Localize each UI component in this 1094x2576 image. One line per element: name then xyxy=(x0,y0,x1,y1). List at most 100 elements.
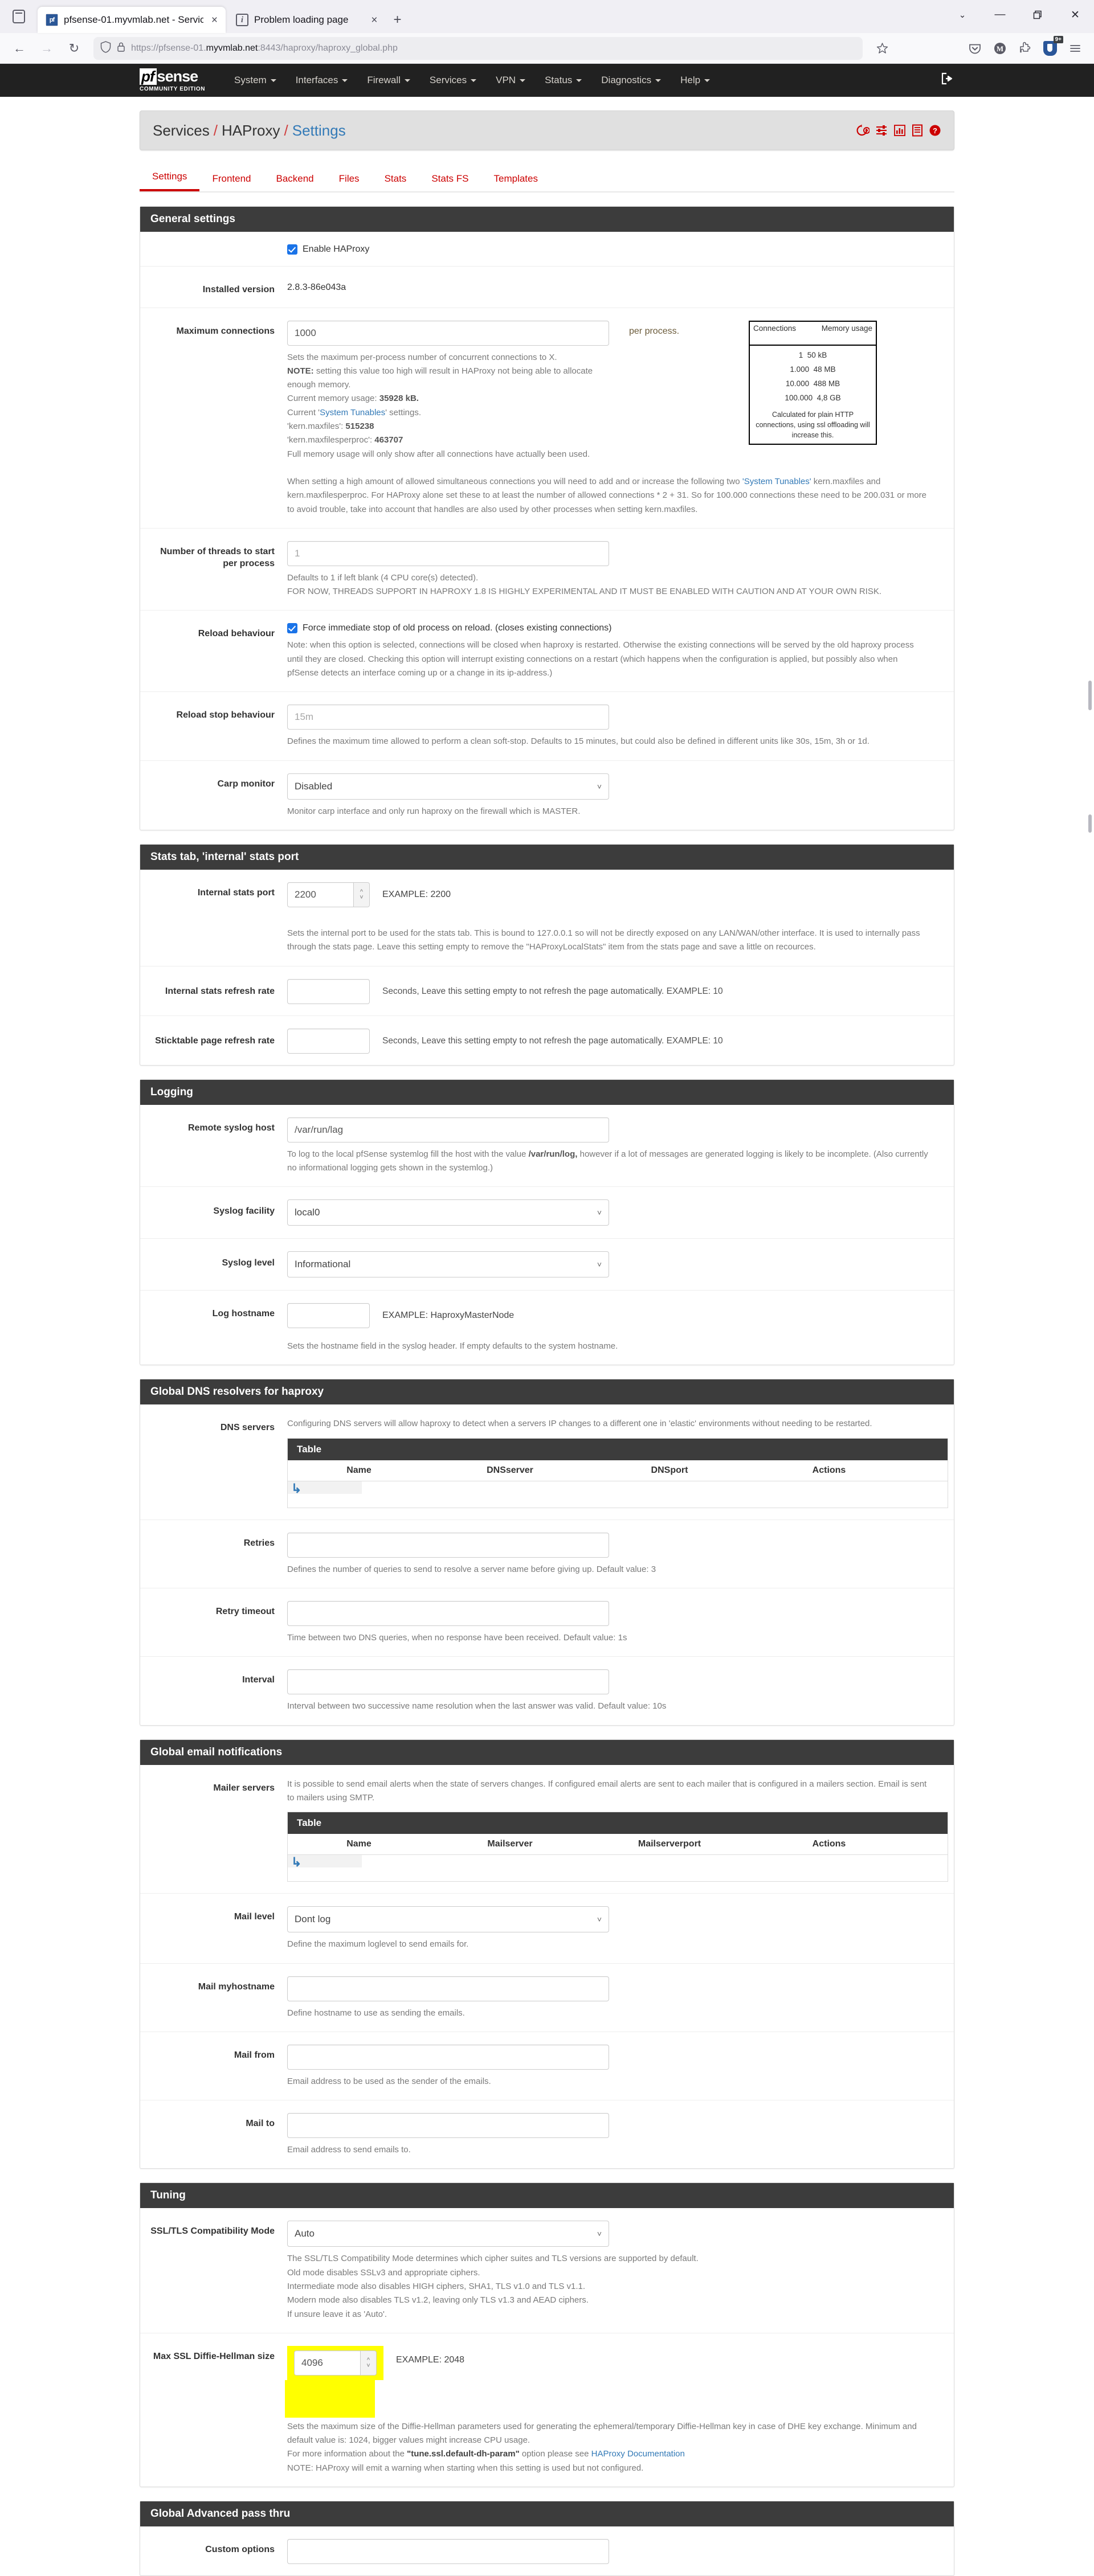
chevron-down-icon xyxy=(576,79,582,82)
row-max-ssl-dh-size: Max SSL Diffie-Hellman size 4096 ^ ˅ EXAM… xyxy=(140,2333,954,2487)
haproxy-documentation-link[interactable]: HAProxy Documentation xyxy=(591,2449,685,2459)
reload-behaviour-checkbox[interactable]: Force immediate stop of old process on r… xyxy=(287,623,941,634)
breadcrumb-services[interactable]: Services xyxy=(153,122,210,139)
internal-stats-port-stepper[interactable]: 2200 ^ ˅ xyxy=(287,882,370,907)
app-menu-icon[interactable] xyxy=(1063,37,1087,60)
row-label: Max SSL Diffie-Hellman size xyxy=(153,2351,275,2361)
back-icon[interactable]: ← xyxy=(7,37,32,60)
syslog-level-select[interactable]: Informational ˅ xyxy=(287,1251,609,1278)
panel-title: Global DNS resolvers for haproxy xyxy=(140,1379,954,1405)
nav-item-status[interactable]: Status xyxy=(535,64,591,97)
chevron-down-icon xyxy=(471,79,477,82)
dns-servers-help: Configuring DNS servers will allow hapro… xyxy=(287,1419,872,1429)
internal-stats-refresh-input[interactable] xyxy=(287,978,370,1004)
extensions-icon[interactable] xyxy=(1013,37,1037,60)
stepper-buttons-icon[interactable]: ^ ˅ xyxy=(354,882,370,907)
tab-files[interactable]: Files xyxy=(326,167,372,191)
forward-icon[interactable]: → xyxy=(34,37,59,60)
maximize-icon[interactable] xyxy=(1019,0,1056,30)
table-empty-body: ↳ xyxy=(288,1855,948,1881)
logout-icon[interactable] xyxy=(941,72,954,88)
dns-retries-input[interactable] xyxy=(287,1532,609,1558)
carp-monitor-select[interactable]: Disabled ˅ xyxy=(287,773,609,800)
tab-frontend[interactable]: Frontend xyxy=(199,167,263,191)
sticktable-refresh-input[interactable] xyxy=(287,1028,370,1054)
browser-tab-inactive[interactable]: i Problem loading page × xyxy=(226,7,386,33)
bookmark-star-icon[interactable] xyxy=(870,37,895,60)
tab-templates[interactable]: Templates xyxy=(481,167,550,191)
panel-dns-resolvers: Global DNS resolvers for haproxy DNS ser… xyxy=(140,1379,954,1726)
nav-label: Interfaces xyxy=(295,75,338,85)
remote-syslog-host-input[interactable]: /var/run/lag xyxy=(287,1117,609,1142)
column-mailserverport: Mailserverport xyxy=(638,1839,701,1849)
list-all-tabs-icon[interactable]: ⌄ xyxy=(944,0,981,30)
tab-stats[interactable]: Stats xyxy=(372,167,419,191)
help-icon[interactable]: ? xyxy=(929,124,941,137)
nav-item-interfaces[interactable]: Interfaces xyxy=(286,64,358,97)
nav-item-services[interactable]: Services xyxy=(420,64,486,97)
add-row-arrow-icon[interactable]: ↳ xyxy=(291,1856,301,1869)
nav-item-system[interactable]: System xyxy=(224,64,286,97)
shield-icon[interactable] xyxy=(100,40,111,56)
checkbox-icon[interactable] xyxy=(287,244,297,255)
row-syslog-facility: Syslog facility local0 ˅ xyxy=(140,1187,954,1239)
account-icon[interactable]: M xyxy=(988,37,1012,60)
row-label: Retry timeout xyxy=(215,1607,275,1617)
mail-myhostname-input[interactable] xyxy=(287,1976,609,2001)
nav-item-diagnostics[interactable]: Diagnostics xyxy=(591,64,671,97)
system-tunables-link-2[interactable]: 'System Tunables' xyxy=(742,477,811,486)
reload-stop-input[interactable]: 15m xyxy=(287,705,609,730)
mail-to-input[interactable] xyxy=(287,2113,609,2139)
max-ssl-dh-stepper[interactable]: 4096 ^ ˅ xyxy=(294,2350,377,2376)
ublock-origin-icon[interactable]: 9+ xyxy=(1038,35,1063,60)
firefox-view-button[interactable] xyxy=(0,0,38,33)
mail-from-input[interactable] xyxy=(287,2044,609,2070)
mail-level-select[interactable]: Dont log ˅ xyxy=(287,1906,609,1933)
close-icon[interactable]: × xyxy=(369,15,379,26)
chevron-down-icon xyxy=(404,79,410,82)
max-connections-input[interactable]: 1000 xyxy=(287,320,609,346)
dns-retry-timeout-input[interactable] xyxy=(287,1601,609,1627)
max-ssl-dh-input[interactable]: 4096 xyxy=(294,2350,361,2376)
stats-chart-icon[interactable] xyxy=(893,124,906,137)
panel-logging: Logging Remote syslog host /var/run/lag … xyxy=(140,1079,954,1366)
memtable-row: 100.000 4,8 GB xyxy=(753,391,872,405)
dh-size-highlight: 4096 ^ ˅ xyxy=(287,2345,383,2380)
logs-icon[interactable] xyxy=(912,124,923,137)
nav-item-help[interactable]: Help xyxy=(671,64,720,97)
restart-service-icon[interactable] xyxy=(856,124,870,137)
nav-item-vpn[interactable]: VPN xyxy=(486,64,535,97)
breadcrumb-actions: ? xyxy=(856,124,941,137)
pfsense-logo[interactable]: pf sense COMMUNITY EDITION xyxy=(140,68,205,92)
syslog-facility-select[interactable]: local0 ˅ xyxy=(287,1199,609,1226)
threads-input[interactable]: 1 xyxy=(287,540,609,566)
tab-stats-fs[interactable]: Stats FS xyxy=(419,167,481,191)
tab-settings[interactable]: Settings xyxy=(140,165,200,191)
checkbox-icon[interactable] xyxy=(287,623,297,634)
log-hostname-input[interactable] xyxy=(287,1303,370,1329)
url-bar[interactable]: https://pfsense-01.myvmlab.net:8443/hapr… xyxy=(93,36,863,60)
system-tunables-link[interactable]: System Tunables xyxy=(320,408,385,417)
tab-backend[interactable]: Backend xyxy=(263,167,326,191)
lock-icon[interactable] xyxy=(117,42,125,55)
reload-icon[interactable]: ↻ xyxy=(62,37,87,60)
scrollbar-thumb-upper[interactable] xyxy=(1088,681,1092,710)
sliders-icon[interactable] xyxy=(875,124,888,137)
minimize-icon[interactable]: — xyxy=(981,0,1019,30)
note-text: setting this value too high will result … xyxy=(287,366,593,390)
browser-tab-active[interactable]: pf pfsense-01.myvmlab.net - Servic × xyxy=(38,7,226,33)
add-row-arrow-icon[interactable]: ↳ xyxy=(291,1482,301,1495)
scrollbar-thumb-lower[interactable] xyxy=(1088,814,1092,833)
pocket-icon[interactable] xyxy=(963,37,987,60)
internal-stats-port-input[interactable]: 2200 xyxy=(287,882,354,907)
new-tab-button[interactable]: + xyxy=(386,7,410,33)
ssl-tls-mode-select[interactable]: Auto ˅ xyxy=(287,2221,609,2247)
close-window-icon[interactable]: ✕ xyxy=(1056,0,1094,30)
close-icon[interactable]: × xyxy=(209,15,220,26)
breadcrumb-haproxy[interactable]: HAProxy xyxy=(222,122,280,139)
nav-item-firewall[interactable]: Firewall xyxy=(357,64,420,97)
dns-interval-input[interactable] xyxy=(287,1669,609,1695)
enable-haproxy-checkbox[interactable]: Enable HAProxy xyxy=(287,244,941,255)
custom-options-input[interactable] xyxy=(287,2539,609,2565)
stepper-buttons-icon[interactable]: ^ ˅ xyxy=(361,2350,377,2376)
